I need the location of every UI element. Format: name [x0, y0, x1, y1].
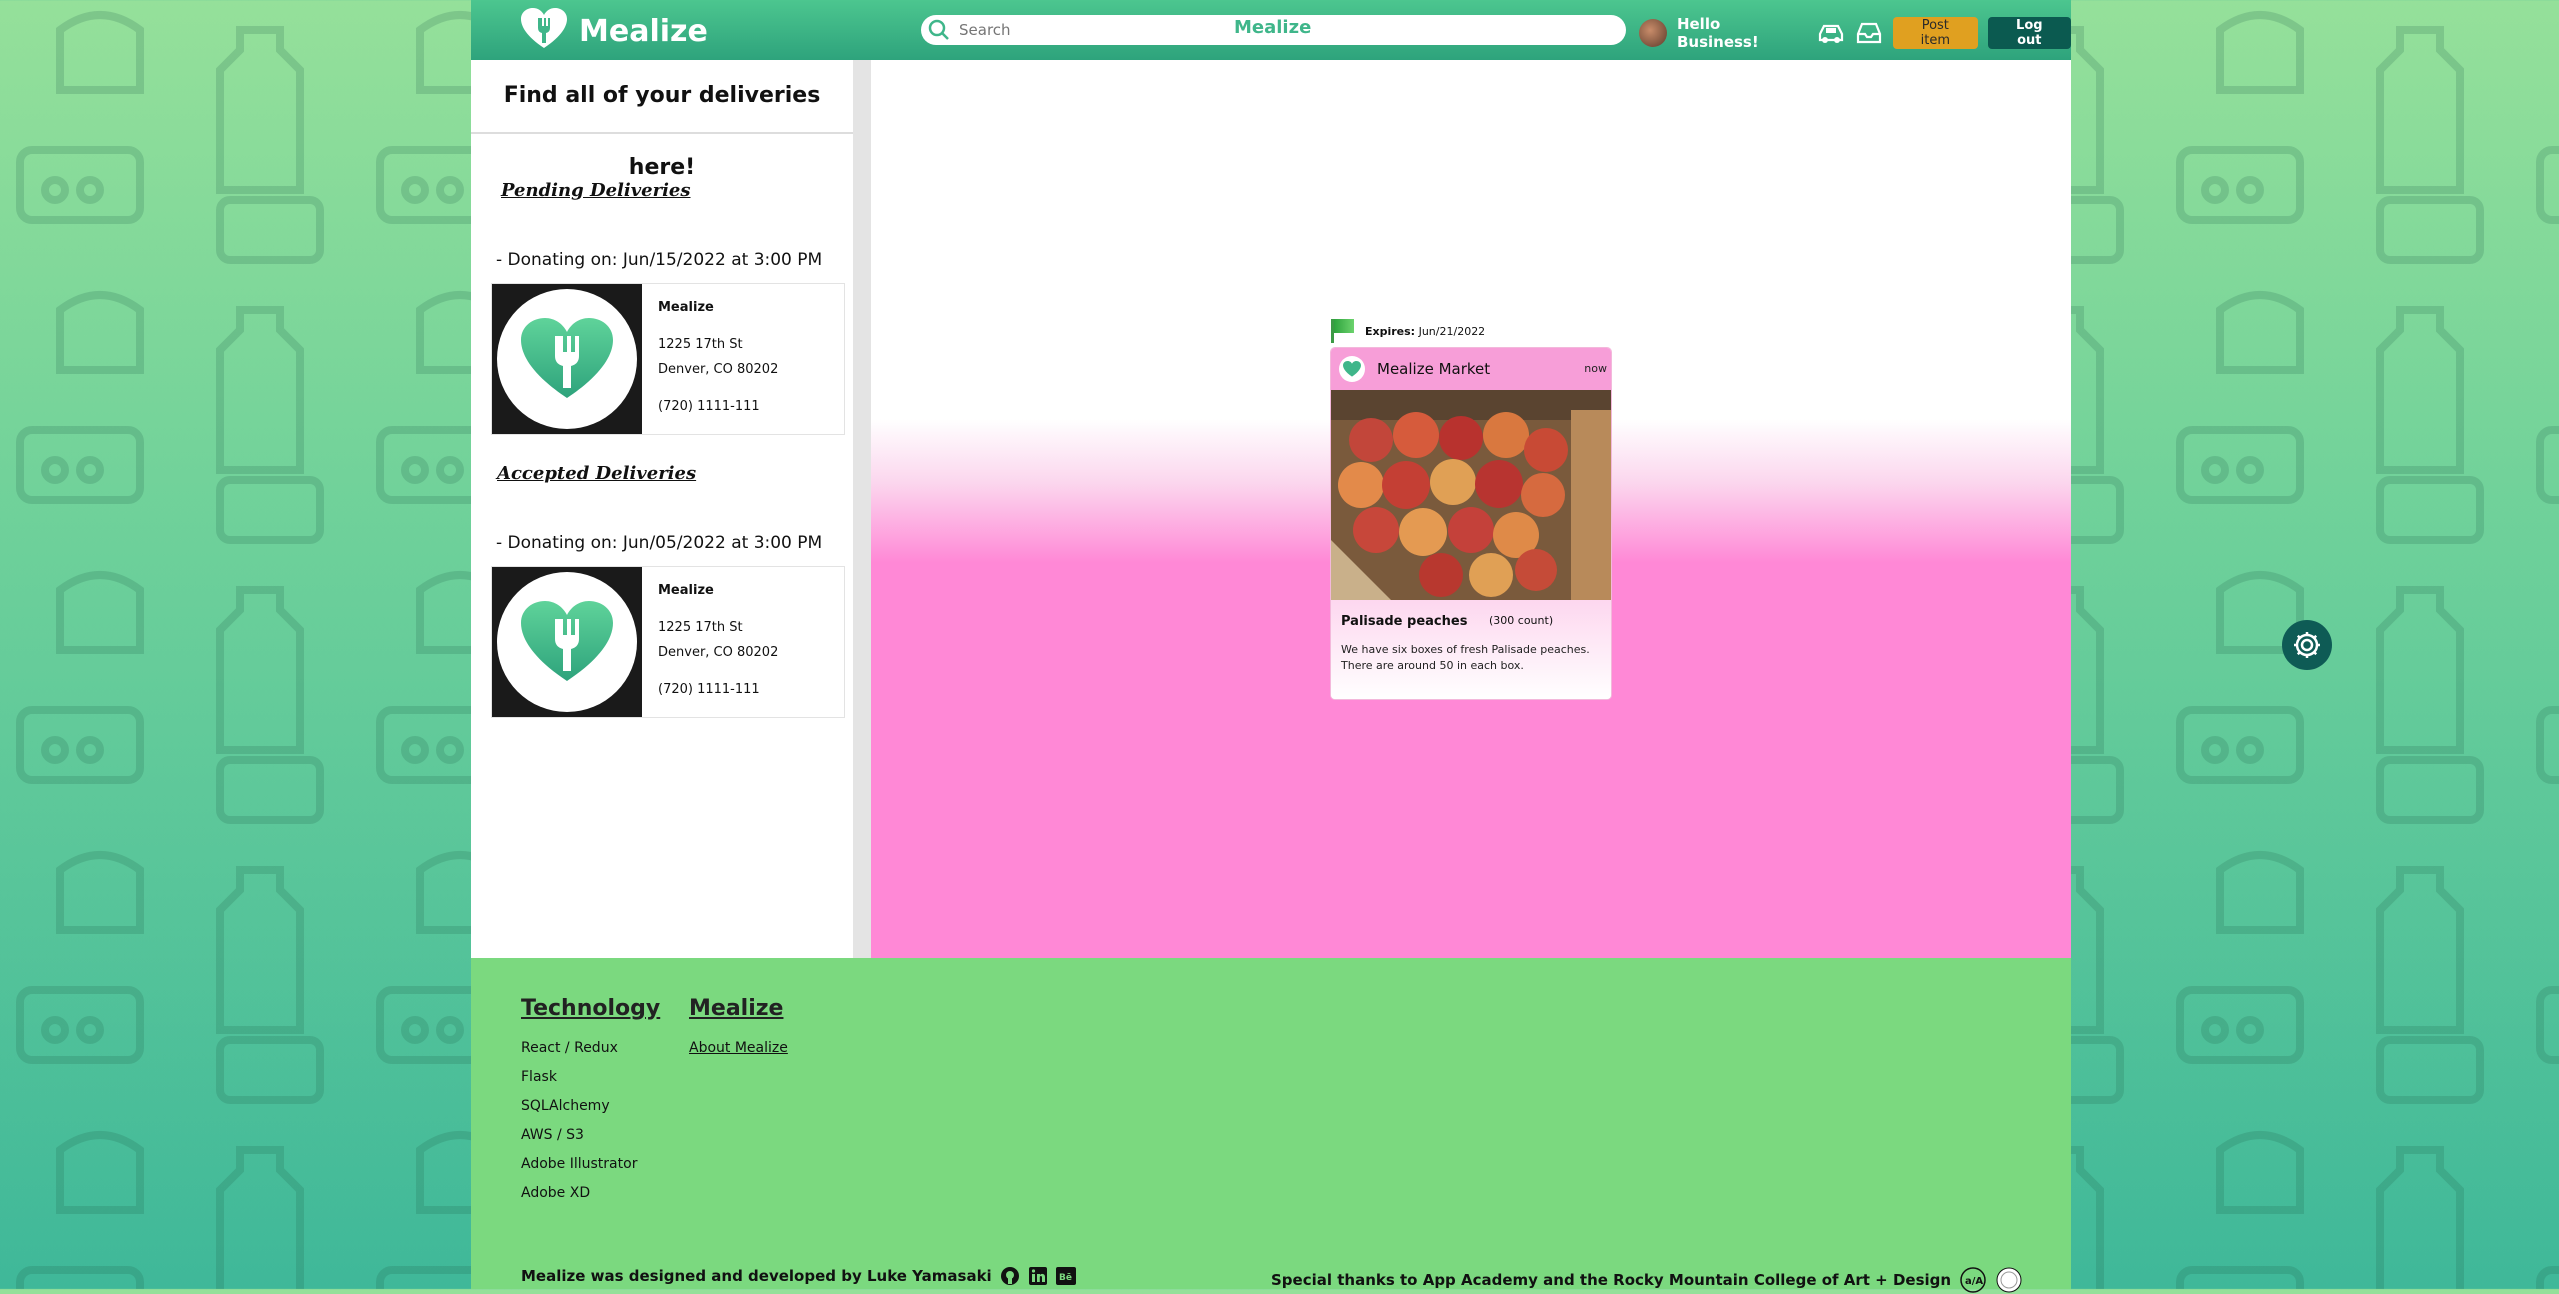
post-body: Palisade peaches (300 count) We have six… — [1331, 600, 1611, 699]
expires-row: Expires: Jun/21/2022 — [1331, 319, 1485, 343]
sidebar-scrollbar[interactable] — [853, 60, 871, 958]
search-brand-label: Mealize — [1234, 17, 1312, 38]
item-description: We have six boxes of fresh Palisade peac… — [1341, 643, 1590, 672]
post-item-button[interactable]: Post item — [1893, 17, 1978, 49]
footer-thanks: Special thanks to App Academy and the Ro… — [1271, 1266, 2023, 1294]
food-post-card[interactable]: Mealize Market now Palisade peaches (300… — [1331, 348, 1611, 699]
user-area: Hello Business! Post item Log out — [1639, 15, 2071, 51]
svg-text:Bē: Bē — [1059, 1273, 1072, 1283]
pending-deliveries-title[interactable]: Pending Deliveries — [501, 180, 691, 201]
greeting-text: Hello Business! — [1676, 15, 1759, 51]
item-name: Palisade peaches — [1341, 614, 1468, 629]
thanks-text: Special thanks to App Academy and the Ro… — [1271, 1271, 1952, 1289]
footer: Technology React / Redux Flask SQLAlchem… — [471, 958, 2071, 1293]
app-academy-icon[interactable]: a/A — [1959, 1266, 1987, 1294]
avatar[interactable] — [1639, 19, 1667, 47]
tech-item: Adobe XD — [521, 1185, 591, 1201]
vendor-avatar — [1339, 356, 1365, 382]
item-quantity: (300 count) — [1489, 614, 1554, 627]
delivery-phone: (720) 1111-111 — [658, 399, 760, 414]
accepted-donating-date: - Donating on: Jun/05/2022 at 3:00 PM — [496, 533, 823, 553]
pending-delivery-card[interactable]: Mealize 1225 17th St Denver, CO 80202 (7… — [491, 283, 845, 435]
delivery-street: 1225 17th St — [658, 337, 743, 352]
delivery-city: Denver, CO 80202 — [658, 362, 779, 377]
delivery-city: Denver, CO 80202 — [658, 645, 779, 660]
expires-label: Expires: — [1365, 324, 1416, 338]
heart-fork-logo-icon — [521, 601, 613, 681]
flag-icon — [1331, 319, 1355, 343]
behance-icon[interactable]: Bē — [1055, 1266, 1076, 1286]
settings-button[interactable] — [2282, 620, 2332, 670]
footer-technology-title: Technology — [521, 996, 661, 1021]
search-icon — [927, 18, 951, 42]
tech-item: React / Redux — [521, 1040, 618, 1056]
page-container: Mealize Mealize Hello Business! Post ite… — [471, 0, 2071, 1293]
footer-credit: Mealize was designed and developed by Lu… — [521, 1266, 1076, 1286]
delivery-logo — [492, 284, 642, 434]
main-content: Expires: Jun/21/2022 Mealize Market now — [871, 60, 2071, 958]
heart-fork-logo-icon — [521, 318, 613, 398]
rmcad-icon[interactable] — [1995, 1266, 2023, 1294]
about-mealize-link[interactable]: About Mealize — [689, 1040, 788, 1056]
svg-text:a/A: a/A — [1965, 1276, 1983, 1287]
tech-item: Adobe Illustrator — [521, 1156, 638, 1172]
delivery-logo — [492, 567, 642, 717]
post-time: now — [1584, 362, 1607, 375]
top-navigation-bar: Mealize Mealize Hello Business! Post ite… — [471, 0, 2071, 60]
inbox-icon[interactable] — [1855, 19, 1883, 47]
brand-name: Mealize — [579, 14, 708, 49]
post-header: Mealize Market now — [1331, 348, 1611, 390]
deliveries-sidebar: Find all of your deliveries here! Pendin… — [471, 60, 853, 958]
footer-mealize-title: Mealize — [689, 996, 784, 1021]
peaches-photo[interactable] — [1331, 390, 1611, 600]
gear-icon — [2294, 632, 2320, 658]
sidebar-heading: Find all of your deliveries here! — [471, 60, 853, 180]
search-bar[interactable]: Mealize — [921, 15, 1626, 45]
tech-item: SQLAlchemy — [521, 1098, 610, 1114]
expires-date: Jun/21/2022 — [1418, 324, 1486, 338]
search-input[interactable] — [957, 20, 1201, 40]
logout-button[interactable]: Log out — [1987, 17, 2071, 49]
tech-item: AWS / S3 — [521, 1127, 584, 1143]
heart-fork-logo-icon — [1343, 361, 1361, 377]
delivery-street: 1225 17th St — [658, 620, 743, 635]
delivery-name: Mealize — [658, 583, 714, 598]
credit-text: Mealize was designed and developed by Lu… — [521, 1267, 992, 1285]
delivery-name: Mealize — [658, 300, 714, 315]
brand-logo[interactable]: Mealize — [521, 8, 708, 55]
accepted-deliveries-title[interactable]: Accepted Deliveries — [497, 463, 696, 484]
car-icon[interactable] — [1817, 19, 1845, 47]
heart-fork-logo-icon — [521, 8, 567, 55]
linkedin-icon[interactable] — [1028, 1266, 1048, 1286]
vendor-name[interactable]: Mealize Market — [1377, 360, 1490, 378]
github-icon[interactable] — [1000, 1266, 1020, 1286]
pending-donating-date: - Donating on: Jun/15/2022 at 3:00 PM — [496, 250, 823, 270]
delivery-phone: (720) 1111-111 — [658, 682, 760, 697]
accepted-delivery-card[interactable]: Mealize 1225 17th St Denver, CO 80202 (7… — [491, 566, 845, 718]
tech-item: Flask — [521, 1069, 557, 1085]
